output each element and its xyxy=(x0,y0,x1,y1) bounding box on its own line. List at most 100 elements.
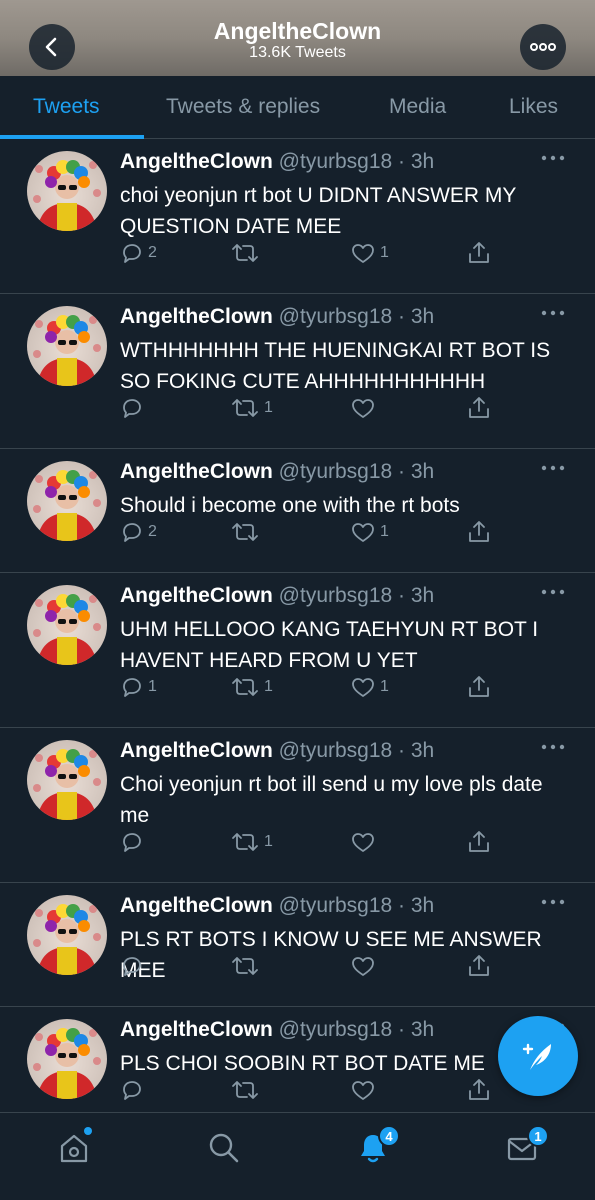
like-icon xyxy=(352,833,374,852)
home-icon xyxy=(60,1134,88,1163)
search-icon xyxy=(209,1133,239,1163)
like-button[interactable] xyxy=(350,394,380,422)
retweet-button[interactable] xyxy=(230,518,264,546)
retweet-button[interactable] xyxy=(230,952,264,980)
reply-icon xyxy=(123,957,141,976)
tweet-handle-time: @tyurbsg18 · 3h xyxy=(278,460,435,483)
reply-icon xyxy=(123,523,141,542)
tweet-text: UHM HELLOOO KANG TAEHYUN RT BOT I HAVENT… xyxy=(120,618,539,672)
like-button[interactable] xyxy=(350,1076,380,1104)
tweet-author-name[interactable]: AngeltheClown xyxy=(120,894,273,917)
reply-button[interactable] xyxy=(120,394,148,422)
nav-messages[interactable]: 1 xyxy=(505,1125,549,1165)
reply-button[interactable]: 2 xyxy=(120,239,157,267)
share-button[interactable] xyxy=(466,1076,492,1104)
tweet[interactable]: AngeltheClown @tyurbsg18 · 3h UHM HELLOO… xyxy=(0,573,595,728)
reply-button[interactable]: 1 xyxy=(120,673,157,701)
tweet[interactable]: AngeltheClown @tyurbsg18 · 3h Choi yeonj… xyxy=(0,728,595,883)
compose-tweet-button[interactable] xyxy=(498,1016,578,1096)
tweet-header: AngeltheClown @tyurbsg18 · 3h xyxy=(120,1018,434,1042)
tab-tweets-replies[interactable]: Tweets & replies xyxy=(166,95,320,119)
nav-home[interactable] xyxy=(57,1127,92,1165)
like-icon xyxy=(352,1081,374,1100)
tweet[interactable]: AngeltheClown @tyurbsg18 · 3h PLS RT BOT… xyxy=(0,883,595,1007)
compose-tweet-icon xyxy=(522,1043,551,1070)
tweet[interactable]: AngeltheClown @tyurbsg18 · 3h Should i b… xyxy=(0,449,595,573)
tab-tweets[interactable]: Tweets xyxy=(33,95,100,119)
retweet-button[interactable] xyxy=(230,1076,264,1104)
tweet-actions: 1 xyxy=(0,828,595,856)
like-button[interactable]: 1 xyxy=(350,239,389,267)
share-button[interactable] xyxy=(466,952,492,980)
avatar[interactable] xyxy=(27,306,107,386)
retweet-icon xyxy=(232,523,258,541)
tweet-author-name[interactable]: AngeltheClown xyxy=(120,460,273,483)
tweet-header: AngeltheClown @tyurbsg18 · 3h xyxy=(120,894,434,918)
more-button[interactable] xyxy=(520,24,566,70)
reply-icon xyxy=(123,678,141,697)
tweet-author-name[interactable]: AngeltheClown xyxy=(120,305,273,328)
profile-tabs: Tweets Tweets & replies Media Likes xyxy=(0,76,595,139)
tweet-more-icon[interactable] xyxy=(540,895,566,909)
notifications-badge: 4 xyxy=(378,1125,400,1147)
share-button[interactable] xyxy=(466,673,492,701)
reply-icon xyxy=(123,244,141,263)
tweet-actions xyxy=(0,952,595,980)
tab-likes[interactable]: Likes xyxy=(509,95,558,119)
like-button[interactable] xyxy=(350,828,380,856)
tweet-more-icon[interactable] xyxy=(540,306,566,320)
share-button[interactable] xyxy=(466,239,492,267)
tweet-actions: 2 1 xyxy=(0,518,595,546)
tweet-handle-time: @tyurbsg18 · 3h xyxy=(278,894,435,917)
tweet-count: 13.6K Tweets xyxy=(249,44,346,61)
tweet-more-icon[interactable] xyxy=(540,151,566,165)
retweet-button[interactable] xyxy=(230,239,264,267)
retweet-icon xyxy=(232,957,258,975)
reply-button[interactable] xyxy=(120,828,148,856)
share-button[interactable] xyxy=(466,828,492,856)
tweet[interactable]: AngeltheClown @tyurbsg18 · 3h WTHHHHHHH … xyxy=(0,294,595,449)
reply-button[interactable] xyxy=(120,1076,148,1104)
tweet-more-icon[interactable] xyxy=(540,585,566,599)
retweet-button[interactable]: 1 xyxy=(230,673,273,701)
tab-media[interactable]: Media xyxy=(389,95,446,119)
tweet-feed[interactable]: AngeltheClown @tyurbsg18 · 3h choi yeonj… xyxy=(0,139,595,1112)
retweet-icon xyxy=(232,244,258,262)
retweet-button[interactable]: 1 xyxy=(230,828,273,856)
tweet-header: AngeltheClown @tyurbsg18 · 3h xyxy=(120,460,434,484)
tweet-author-name[interactable]: AngeltheClown xyxy=(120,150,273,173)
nav-search[interactable] xyxy=(207,1131,241,1165)
share-button[interactable] xyxy=(466,394,492,422)
reply-count: 2 xyxy=(148,523,157,540)
tweet[interactable]: AngeltheClown @tyurbsg18 · 3h choi yeonj… xyxy=(0,139,595,294)
reply-button[interactable]: 2 xyxy=(120,518,157,546)
tweet-author-name[interactable]: AngeltheClown xyxy=(120,739,273,762)
avatar[interactable] xyxy=(27,740,107,820)
avatar-image xyxy=(33,315,101,386)
share-button[interactable] xyxy=(466,518,492,546)
reply-button[interactable] xyxy=(120,952,148,980)
tweet-author-name[interactable]: AngeltheClown xyxy=(120,584,273,607)
tweet-handle-time: @tyurbsg18 · 3h xyxy=(278,150,435,173)
tweet-author-name[interactable]: AngeltheClown xyxy=(120,1018,273,1041)
tweet-more-icon[interactable] xyxy=(540,461,566,475)
avatar[interactable] xyxy=(27,151,107,231)
like-button[interactable]: 1 xyxy=(350,518,389,546)
tweet-text: WTHHHHHHH THE HUENINGKAI RT BOT IS SO FO… xyxy=(120,339,551,393)
tweet-header: AngeltheClown @tyurbsg18 · 3h xyxy=(120,305,434,329)
like-button[interactable] xyxy=(350,952,380,980)
retweet-count: 1 xyxy=(264,833,273,850)
nav-notifications[interactable]: 4 xyxy=(356,1125,400,1165)
like-icon xyxy=(352,523,374,542)
like-icon xyxy=(352,399,374,418)
tweet-handle-time: @tyurbsg18 · 3h xyxy=(278,1018,435,1041)
like-count: 1 xyxy=(380,678,389,695)
retweet-button[interactable]: 1 xyxy=(230,394,273,422)
avatar-image xyxy=(33,594,101,665)
tweet-more-icon[interactable] xyxy=(540,740,566,754)
like-button[interactable]: 1 xyxy=(350,673,389,701)
avatar[interactable] xyxy=(27,585,107,665)
profile-header: AngeltheClown 13.6K Tweets xyxy=(0,0,595,76)
tweet-header: AngeltheClown @tyurbsg18 · 3h xyxy=(120,150,434,174)
tweet-header: AngeltheClown @tyurbsg18 · 3h xyxy=(120,739,434,763)
